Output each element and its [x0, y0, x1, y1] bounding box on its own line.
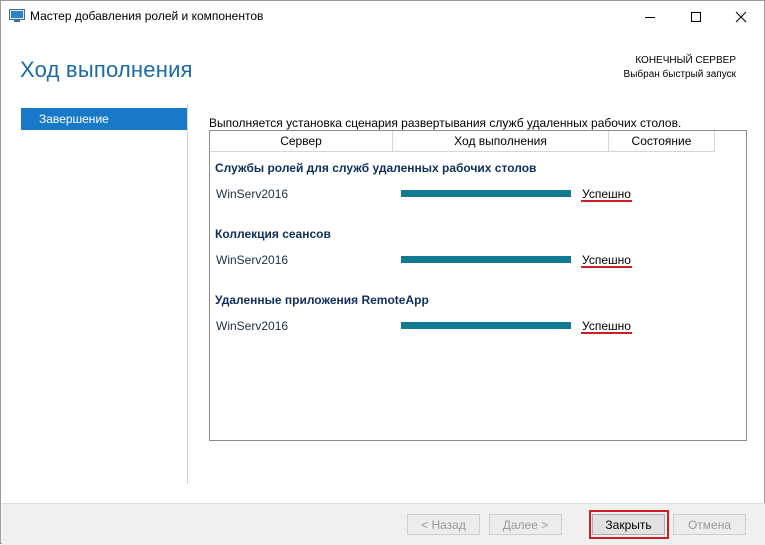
back-button[interactable]: < Назад: [407, 514, 480, 535]
group-title-session-collection: Коллекция сеансов: [215, 227, 331, 241]
progress-intro-text: Выполняется установка сценария развертыв…: [209, 116, 682, 130]
page-title: Ход выполнения: [20, 57, 193, 82]
wizard-window: Мастер добавления ролей и компонентов Хо…: [0, 0, 765, 545]
status-success[interactable]: Успешно: [582, 253, 631, 267]
column-header-row: Сервер Ход выполнения Состояние: [210, 131, 715, 152]
progress-bar-fill: [401, 190, 571, 197]
progress-panel: Сервер Ход выполнения Состояние Службы р…: [209, 130, 747, 441]
status-highlight: [581, 332, 632, 334]
maximize-icon[interactable]: [673, 1, 719, 32]
window-title: Мастер добавления ролей и компонентов: [30, 9, 264, 23]
column-header-progress[interactable]: Ход выполнения: [393, 131, 609, 151]
status-success[interactable]: Успешно: [582, 187, 631, 201]
close-button[interactable]: Закрыть: [592, 514, 665, 535]
minimize-icon[interactable]: [627, 1, 673, 32]
group-title-role-services: Службы ролей для служб удаленных рабочих…: [215, 161, 537, 175]
progress-bar: [401, 190, 571, 197]
server-name: WinServ2016: [216, 253, 289, 267]
destination-server-value: Выбран быстрый запуск: [623, 69, 736, 80]
destination-server-label: КОНЕЧНЫЙ СЕРВЕР: [635, 55, 736, 66]
progress-bar-fill: [401, 256, 571, 263]
column-header-server[interactable]: Сервер: [210, 131, 393, 151]
close-icon[interactable]: [718, 1, 764, 32]
next-button[interactable]: Далее >: [489, 514, 562, 535]
progress-bar: [401, 322, 571, 329]
column-header-status[interactable]: Состояние: [609, 131, 715, 151]
nav-item-completion[interactable]: Завершение: [21, 108, 187, 130]
status-highlight: [581, 200, 632, 202]
server-name: WinServ2016: [216, 319, 289, 333]
title-bar[interactable]: Мастер добавления ролей и компонентов: [1, 1, 764, 32]
nav-divider: [187, 104, 188, 484]
status-highlight: [581, 266, 632, 268]
progress-bar: [401, 256, 571, 263]
server-manager-icon: [9, 9, 25, 23]
cancel-button[interactable]: Отмена: [673, 514, 746, 535]
progress-bar-fill: [401, 322, 571, 329]
wizard-nav: Завершение: [21, 108, 187, 130]
status-success[interactable]: Успешно: [582, 319, 631, 333]
server-name: WinServ2016: [216, 187, 289, 201]
group-title-remoteapp: Удаленные приложения RemoteApp: [215, 293, 429, 307]
